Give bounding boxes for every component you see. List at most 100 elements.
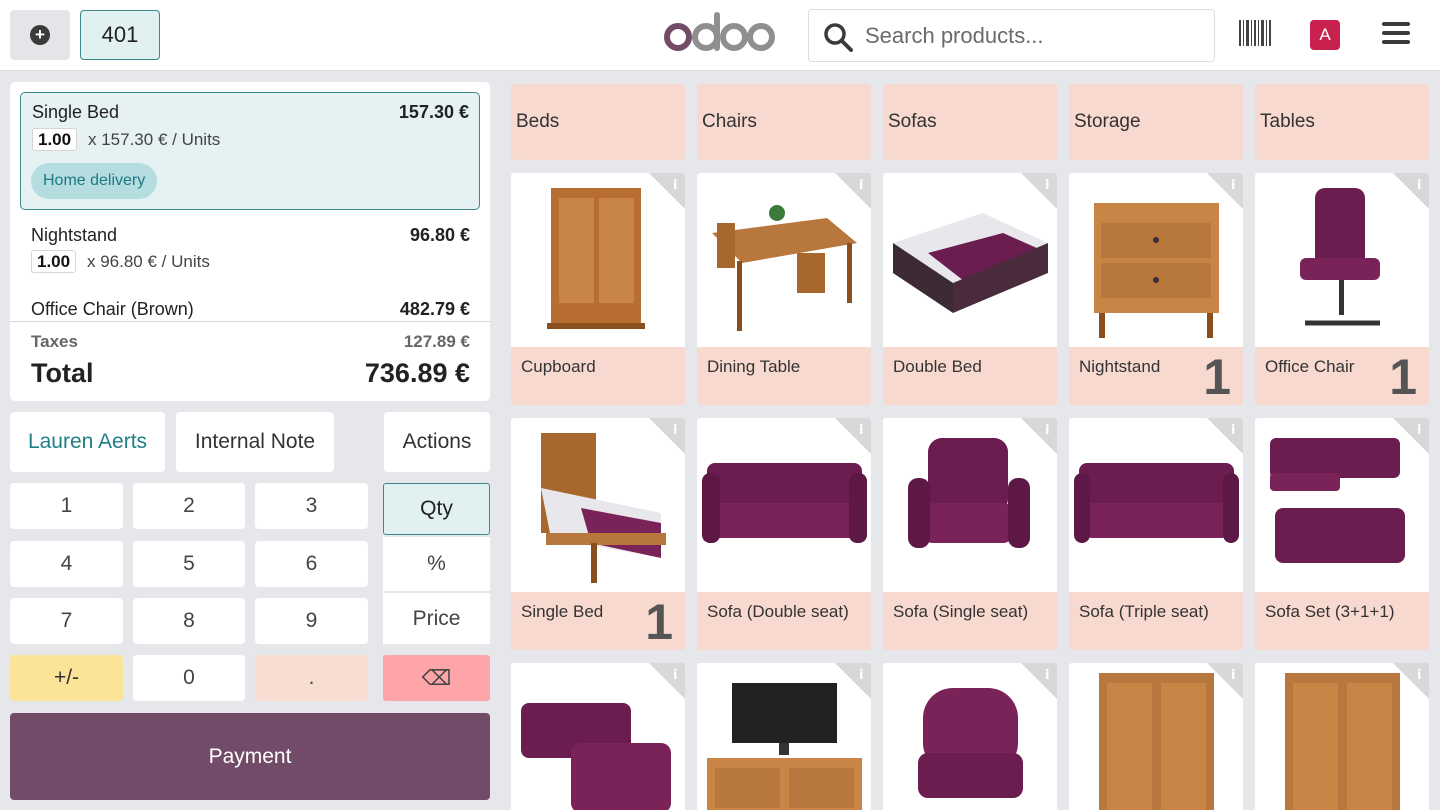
product-name: Sofa (Double seat) bbox=[707, 602, 849, 621]
order-line-unit-price: x 96.80 € / Units bbox=[87, 252, 210, 271]
order-line-price: 482.79 € bbox=[399, 299, 470, 319]
order-line-name: Single Bed bbox=[32, 102, 120, 122]
product-card[interactable]: i Office Chair 1 bbox=[1255, 173, 1429, 405]
top-bar: + 401 A bbox=[0, 0, 1440, 71]
svg-text:i: i bbox=[1045, 423, 1049, 438]
total-value: 736.89 € bbox=[364, 358, 470, 388]
product-name: Office Chair bbox=[1265, 357, 1355, 376]
product-card[interactable]: i Sofa Set (3+1+1) bbox=[1255, 418, 1429, 650]
product-info-icon[interactable]: i bbox=[1021, 418, 1057, 454]
product-card[interactable]: i Sofa (Triple seat) bbox=[1069, 418, 1243, 650]
numpad-key-plus-minus[interactable]: +/- bbox=[10, 655, 123, 701]
backspace-button[interactable]: ⌫ bbox=[383, 655, 490, 701]
order-line-name: Nightstand bbox=[31, 225, 118, 245]
order-line-selected[interactable]: Single Bed 157.30 € 1.00 x 157.30 € / Un… bbox=[20, 92, 480, 210]
product-info-icon[interactable]: i bbox=[835, 418, 871, 454]
order-line-unit-price: x 157.30 € / Units bbox=[88, 130, 221, 149]
svg-text:i: i bbox=[1417, 668, 1421, 683]
numpad-key-2[interactable]: 2 bbox=[133, 483, 245, 529]
product-info-icon[interactable]: i bbox=[1207, 173, 1243, 209]
numpad-key-5[interactable]: 5 bbox=[133, 541, 245, 587]
category-chairs[interactable]: Chairs bbox=[697, 84, 871, 160]
svg-text:i: i bbox=[1231, 178, 1235, 193]
taxes-value: 127.89 € bbox=[403, 332, 470, 351]
internal-note-button[interactable]: Internal Note bbox=[176, 412, 334, 472]
order-line[interactable]: Nightstand 96.80 € 1.00 x 96.80 € / Unit… bbox=[20, 214, 480, 274]
numpad-key-0[interactable]: 0 bbox=[133, 655, 245, 701]
product-card[interactable]: i Sofa (Double seat) bbox=[697, 418, 871, 650]
product-info-icon[interactable]: i bbox=[1393, 663, 1429, 699]
category-beds[interactable]: Beds bbox=[511, 84, 685, 160]
product-search[interactable] bbox=[808, 9, 1215, 62]
product-quantity: 1 bbox=[645, 594, 673, 650]
product-card[interactable]: i bbox=[697, 663, 871, 810]
product-info-icon[interactable]: i bbox=[1207, 663, 1243, 699]
numpad-key-decimal[interactable]: . bbox=[255, 655, 368, 701]
product-card[interactable]: i Single Bed 1 bbox=[511, 418, 685, 650]
taxes-label: Taxes bbox=[31, 332, 78, 351]
product-name: Sofa (Single seat) bbox=[893, 602, 1029, 621]
totals-divider bbox=[10, 321, 490, 322]
order-line-price: 157.30 € bbox=[398, 102, 469, 122]
svg-text:i: i bbox=[1417, 423, 1421, 438]
numpad-key-6[interactable]: 6 bbox=[255, 541, 368, 587]
category-storage[interactable]: Storage bbox=[1069, 84, 1243, 160]
table-number-button[interactable]: 401 bbox=[80, 10, 160, 60]
product-card[interactable]: i Double Bed bbox=[883, 173, 1057, 405]
product-info-icon[interactable]: i bbox=[649, 663, 685, 699]
numpad-key-1[interactable]: 1 bbox=[10, 483, 123, 529]
numpad-key-9[interactable]: 9 bbox=[255, 598, 368, 644]
mode-price-button[interactable]: Price bbox=[383, 593, 490, 644]
product-name: Single Bed bbox=[521, 602, 604, 621]
product-card[interactable]: i bbox=[1255, 663, 1429, 810]
product-info-icon[interactable]: i bbox=[1207, 418, 1243, 454]
category-tables[interactable]: Tables bbox=[1255, 84, 1429, 160]
order-summary: Single Bed 157.30 € 1.00 x 157.30 € / Un… bbox=[10, 82, 490, 401]
category-sofas[interactable]: Sofas bbox=[883, 84, 1057, 160]
numpad-key-3[interactable]: 3 bbox=[255, 483, 368, 529]
order-line[interactable]: Office Chair (Brown) 482.79 € bbox=[20, 288, 480, 319]
user-avatar[interactable]: A bbox=[1310, 20, 1340, 50]
svg-text:i: i bbox=[1231, 423, 1235, 438]
product-card[interactable]: i Cupboard bbox=[511, 173, 685, 405]
actions-button[interactable]: Actions bbox=[384, 412, 490, 472]
svg-text:i: i bbox=[673, 668, 677, 683]
search-input[interactable] bbox=[865, 20, 1205, 52]
product-info-icon[interactable]: i bbox=[1393, 173, 1429, 209]
numpad-key-7[interactable]: 7 bbox=[10, 598, 123, 644]
payment-button[interactable]: Payment bbox=[10, 713, 490, 800]
hamburger-icon[interactable] bbox=[1382, 22, 1410, 46]
mode-qty-button[interactable]: Qty bbox=[383, 483, 490, 535]
product-info-icon[interactable]: i bbox=[1021, 663, 1057, 699]
mode-discount-button[interactable]: % bbox=[383, 537, 490, 591]
product-info-icon[interactable]: i bbox=[835, 173, 871, 209]
product-info-icon[interactable]: i bbox=[1021, 173, 1057, 209]
numpad-key-8[interactable]: 8 bbox=[133, 598, 245, 644]
product-info-icon[interactable]: i bbox=[649, 418, 685, 454]
product-card[interactable]: i bbox=[1069, 663, 1243, 810]
total-label: Total bbox=[31, 358, 94, 388]
product-card[interactable]: i Sofa (Single seat) bbox=[883, 418, 1057, 650]
svg-text:i: i bbox=[1231, 668, 1235, 683]
product-quantity: 1 bbox=[1203, 349, 1231, 405]
product-info-icon[interactable]: i bbox=[1393, 418, 1429, 454]
product-card[interactable]: i bbox=[883, 663, 1057, 810]
customer-button[interactable]: Lauren Aerts bbox=[10, 412, 165, 472]
numpad-key-4[interactable]: 4 bbox=[10, 541, 123, 587]
delivery-tag: Home delivery bbox=[31, 163, 158, 199]
plus-circle-icon: + bbox=[30, 25, 50, 45]
backspace-icon: ⌫ bbox=[421, 666, 452, 690]
product-info-icon[interactable]: i bbox=[649, 173, 685, 209]
order-line-qty: 1.00 bbox=[32, 128, 78, 151]
svg-text:i: i bbox=[859, 668, 863, 683]
product-card[interactable]: i bbox=[511, 663, 685, 810]
product-card[interactable]: i Dining Table bbox=[697, 173, 871, 405]
svg-text:i: i bbox=[859, 423, 863, 438]
product-name: Sofa Set (3+1+1) bbox=[1265, 602, 1395, 621]
product-info-icon[interactable]: i bbox=[835, 663, 871, 699]
barcode-icon[interactable] bbox=[1239, 20, 1271, 46]
new-order-button[interactable]: + bbox=[10, 10, 70, 60]
order-line-name: Office Chair (Brown) bbox=[31, 299, 194, 319]
search-icon bbox=[824, 23, 853, 52]
product-card[interactable]: i Nightstand 1 bbox=[1069, 173, 1243, 405]
